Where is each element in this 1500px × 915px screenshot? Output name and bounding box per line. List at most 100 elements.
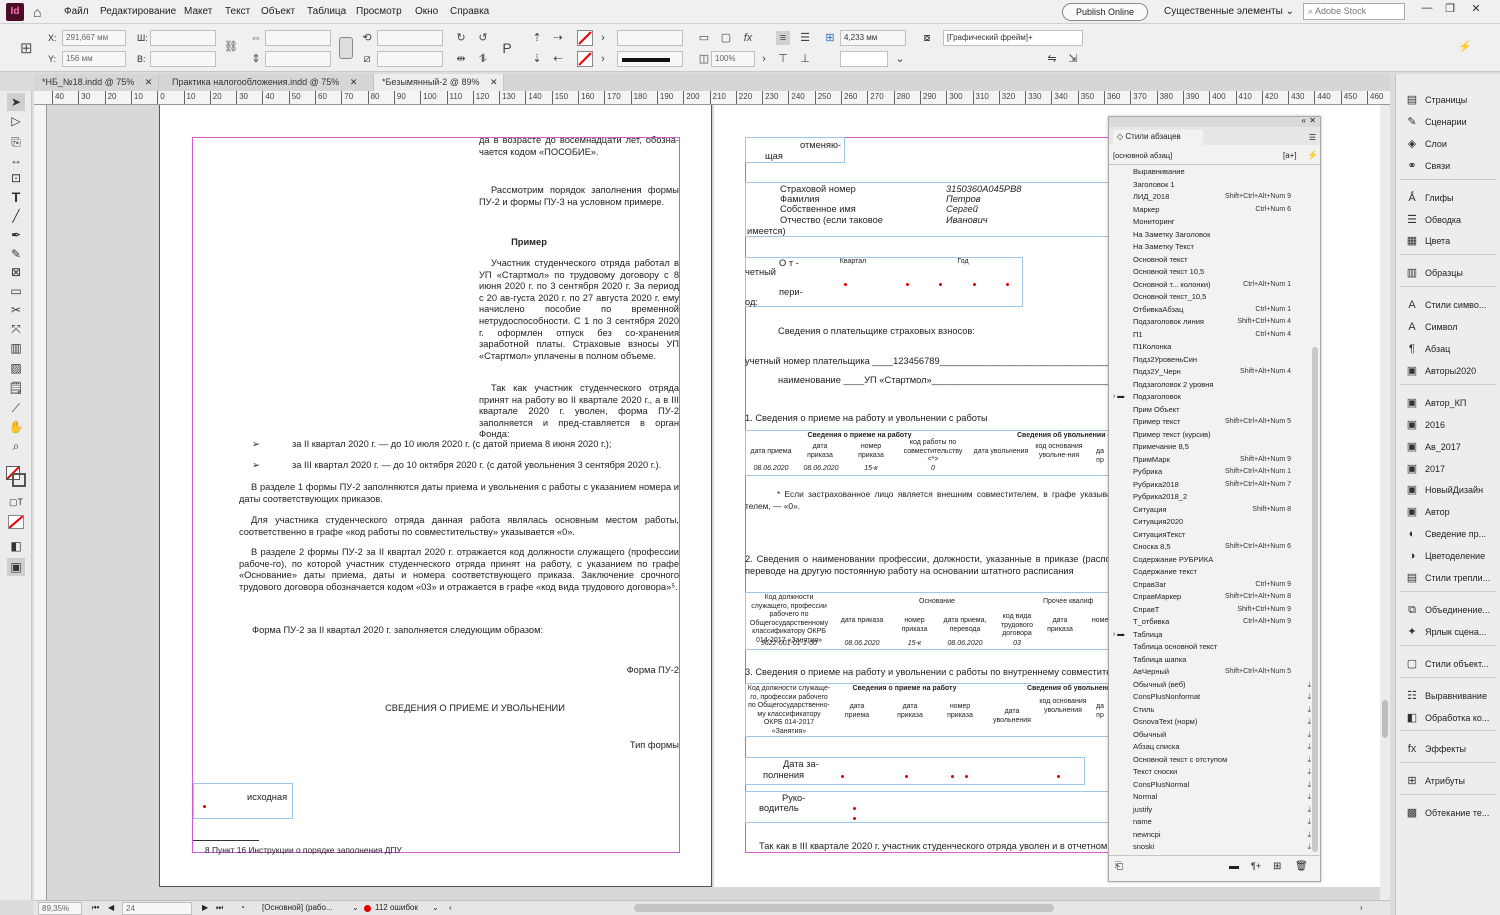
spacing-field[interactable]: 4,233 мм — [840, 30, 906, 46]
menu-window[interactable]: Окно — [415, 6, 438, 17]
left-p6[interactable]: Для участника студенческого отряда данна… — [239, 515, 679, 538]
menu-type[interactable]: Текст — [225, 6, 250, 17]
panel-titlebar[interactable]: «✕ — [1109, 116, 1320, 127]
style-row[interactable]: На Заметку Текст — [1109, 241, 1309, 254]
period-label-4[interactable]: од: — [745, 297, 805, 309]
flip-h-icon[interactable]: ⇹ — [454, 52, 468, 66]
style-row[interactable]: Ситуация2020 — [1109, 516, 1309, 529]
style-row[interactable]: Таблица основной текст — [1109, 641, 1309, 654]
form-label[interactable]: Форма ПУ-2 — [607, 665, 679, 677]
style-row[interactable]: Заголовок 1 — [1109, 179, 1309, 192]
date-label-1[interactable]: Дата за- — [783, 759, 843, 771]
style-row[interactable]: Рубрика2018_2 — [1109, 491, 1309, 504]
dock-item[interactable]: ▩ Обтекание те... — [1404, 803, 1499, 823]
chevron-right-icon[interactable]: › — [596, 31, 610, 45]
quarter-header[interactable]: Квартал — [803, 258, 903, 267]
stroke-swatch[interactable] — [577, 51, 593, 67]
page-field[interactable]: 24 — [122, 902, 192, 915]
close-icon[interactable]: ✕ — [145, 77, 153, 87]
style-row[interactable]: На Заметку Заголовок — [1109, 229, 1309, 242]
chevron-right-icon[interactable]: › — [596, 52, 610, 66]
dock-item[interactable]: ◈ Слои — [1404, 134, 1499, 154]
t2-row-2[interactable]: 15-к — [892, 640, 937, 649]
style-row[interactable]: Рубрика Shift+Ctrl+Alt+Num 1 — [1109, 466, 1309, 479]
style-row[interactable]: СправЗаг Ctrl+Num 9 — [1109, 579, 1309, 592]
dock-item[interactable]: ▣ Авторы2020 — [1404, 361, 1499, 381]
style-row[interactable]: Сноска 8,5 Shift+Ctrl+Alt+Num 6 — [1109, 541, 1309, 554]
zoom-field[interactable]: 89,35% — [38, 902, 82, 915]
style-row[interactable]: Текст сноски ⤓ — [1109, 766, 1311, 779]
style-row[interactable]: Обычный ⤓ — [1109, 729, 1311, 742]
menu-file[interactable]: Файл — [64, 6, 89, 17]
chevron-right-icon[interactable]: › — [757, 52, 771, 66]
opacity-field[interactable]: 100% — [711, 51, 755, 67]
scrollbar[interactable] — [1312, 347, 1318, 852]
pencil-tool-icon[interactable]: ✎ — [7, 245, 25, 263]
cancel-label-1[interactable]: отменяю- — [800, 140, 860, 152]
new-style-icon[interactable]: ⊞ — [1273, 861, 1281, 872]
chevron-down-icon[interactable]: ⌄ — [432, 901, 439, 915]
style-row[interactable]: Примечание 8,5 — [1109, 441, 1309, 454]
align-bottom-icon[interactable]: ⊥ — [798, 52, 812, 66]
initial-label[interactable]: исходная — [247, 792, 307, 804]
collapse-icon[interactable]: « — [1302, 116, 1306, 125]
fill-swatch[interactable] — [577, 30, 593, 46]
t1-row-0[interactable]: 08.06.2020 — [747, 465, 795, 474]
dock-item[interactable]: ▤ Страницы — [1404, 90, 1499, 110]
spacing-field-2[interactable] — [840, 51, 888, 67]
style-row[interactable]: Подз2У_Черн Shift+Alt+Num 4 — [1109, 366, 1309, 379]
footnote[interactable]: 8 Пункт 16 Инструкции о порядке заполнен… — [205, 845, 465, 857]
style-row[interactable]: ПримМарк Shift+Alt+Num 9 — [1109, 454, 1309, 467]
selection-tool-icon[interactable]: ➤ — [7, 93, 25, 111]
rectangle-tool-icon[interactable]: ▭ — [7, 282, 25, 300]
style-row[interactable]: OsnovaText (норм) ⤓ — [1109, 716, 1311, 729]
payer-name[interactable]: наименование ____УП «Стартмол»__________… — [778, 375, 1164, 387]
gradient-feather-icon[interactable]: ▨ — [7, 359, 25, 377]
left-p7[interactable]: В разделе 2 формы ПУ-2 за II квартал 202… — [239, 547, 679, 593]
style-row[interactable]: Пример текст (курсив) — [1109, 429, 1309, 442]
t1-footnote[interactable]: * Если застрахованное лицо является внеш… — [745, 489, 1165, 512]
style-row[interactable]: Содержание РУБРИКА — [1109, 554, 1309, 567]
select-container-icon[interactable]: ⇡ — [530, 31, 544, 45]
horizontal-ruler[interactable]: 40 30 20 10 0 10 20 30 40 50 60 70 80 90 100 110 120 130 1… — [34, 91, 1390, 105]
left-bullet-2[interactable]: за III квартал 2020 г. — до 10 октября 2… — [292, 460, 680, 472]
dock-item[interactable]: ◑ Цветоделение — [1404, 546, 1499, 566]
x-field[interactable]: 291,667 мм — [62, 30, 126, 46]
minimize-icon[interactable]: — — [1417, 2, 1437, 20]
direct-selection-tool-icon[interactable]: ▷ — [7, 112, 25, 130]
select-content-icon[interactable]: ⇣ — [530, 52, 544, 66]
form-title[interactable]: СВЕДЕНИЯ О ПРИЕМЕ И УВОЛЬНЕНИИ — [347, 703, 603, 715]
preflight-profile[interactable]: [Основной] (рабо... — [262, 901, 333, 915]
dock-item[interactable]: ⧉ Объединение... — [1404, 600, 1499, 620]
dock-item[interactable]: Ǻ Глифы — [1404, 188, 1499, 208]
dock-item[interactable]: ▣ 2017 — [1404, 459, 1499, 479]
dock-item[interactable]: ☰ Обводка — [1404, 210, 1499, 230]
apply-none-icon[interactable] — [8, 515, 24, 529]
publish-online-button[interactable]: Publish Online — [1062, 3, 1148, 21]
formatting-affects-container-icon[interactable]: ▢T — [7, 493, 25, 511]
t1-row-1[interactable]: 08.06.2020 — [799, 465, 843, 474]
tab-paragraph-styles[interactable]: ◇ Стили абзацев — [1113, 130, 1203, 145]
left-p2[interactable]: Рассмотрим порядок заполнения формы ПУ-2… — [479, 185, 679, 208]
preflight-profile-icon[interactable]: ◔ — [240, 901, 245, 915]
rotate-field[interactable] — [377, 30, 443, 46]
content-collector-icon[interactable]: ⊡ — [7, 169, 25, 187]
free-transform-tool-icon[interactable]: ⤧ — [7, 320, 25, 338]
style-row[interactable]: newncpi ⤓ — [1109, 829, 1311, 842]
style-row[interactable]: Подзаголовок линия Shift+Ctrl+Num 4 — [1109, 316, 1309, 329]
rectangle-frame-tool-icon[interactable]: ⊠ — [7, 263, 25, 281]
horizontal-scroll-thumb[interactable] — [634, 904, 1054, 912]
flip-v-icon[interactable]: ⥮ — [476, 52, 490, 66]
dock-item[interactable]: ▦ Цвета — [1404, 231, 1499, 251]
patronymic-label-2[interactable]: имеется) — [747, 226, 907, 238]
dock-item[interactable]: ¶ Абзац — [1404, 339, 1499, 359]
height-field[interactable] — [150, 51, 216, 67]
left-p8[interactable]: Форма ПУ-2 за II квартал 2020 г. заполня… — [252, 625, 652, 637]
dock-item[interactable]: ☷ Выравнивание — [1404, 686, 1499, 706]
style-row[interactable]: Основной текст с отступом ⤓ — [1109, 754, 1311, 767]
folder-icon[interactable]: › ▬ — [1113, 629, 1124, 642]
dock-item[interactable]: ▢ Стили объект... — [1404, 654, 1499, 674]
frame-square-icon[interactable]: ▢ — [719, 31, 733, 45]
chevron-down-icon[interactable]: ⌄ — [893, 52, 907, 66]
style-row[interactable]: Маркер Ctrl+Num 6 — [1109, 204, 1309, 217]
